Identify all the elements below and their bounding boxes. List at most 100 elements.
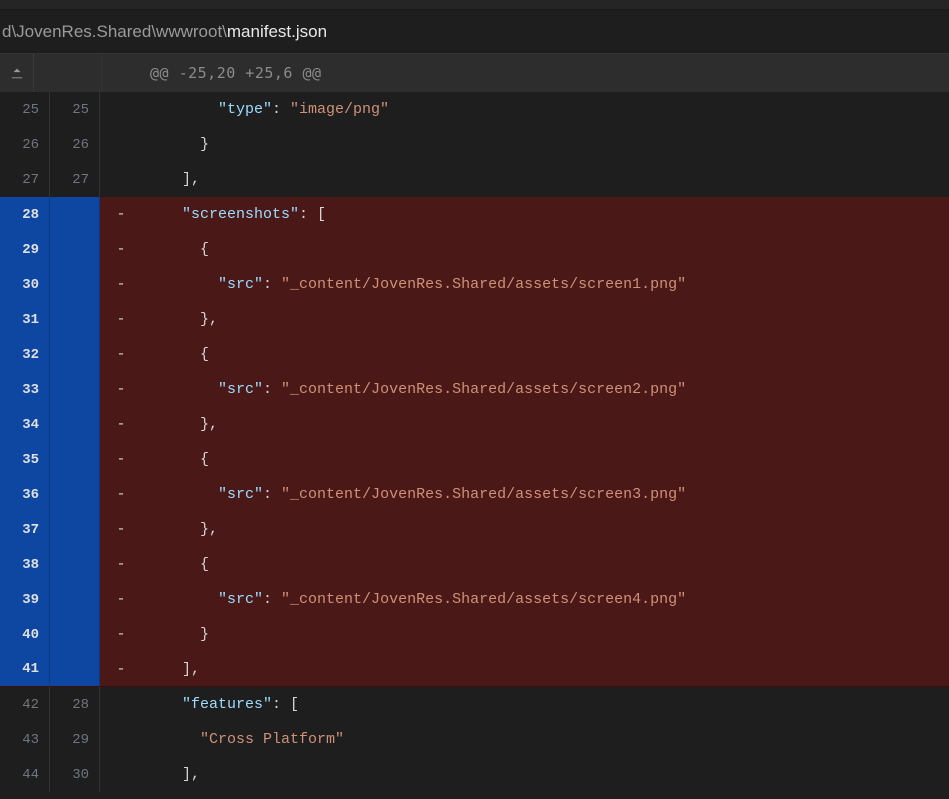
gutter-old-line: 42: [0, 687, 50, 722]
gutter-old-line: 28: [0, 197, 50, 232]
code-content: {: [136, 346, 949, 363]
gutter-old-line: 29: [0, 232, 50, 267]
gutter-old-line: 34: [0, 407, 50, 442]
diff-marker: -: [106, 626, 136, 643]
gutter-new-line: [50, 302, 100, 337]
diff-marker: -: [106, 661, 136, 678]
gutter-old-line: 30: [0, 267, 50, 302]
gutter-new-line: [50, 652, 100, 686]
gutter-old-line: 26: [0, 127, 50, 162]
diff-line[interactable]: 40 - }: [0, 617, 949, 652]
diff-code-area[interactable]: 2525 "type": "image/png"2626 }2727 ],28-…: [0, 92, 949, 792]
code-content: "src": "_content/JovenRes.Shared/assets/…: [136, 276, 949, 293]
diff-line[interactable]: 37- },: [0, 512, 949, 547]
diff-line[interactable]: 28 - "screenshots": [: [0, 197, 949, 232]
diff-line[interactable]: 4228 "features": [: [0, 687, 949, 722]
gutter-old-line: 41: [0, 652, 50, 686]
gutter-new-line: [50, 442, 100, 477]
gutter-new-line: [50, 477, 100, 512]
gutter-old-line: 37: [0, 512, 50, 547]
file-path-bar: d\JovenRes.Shared\wwwroot\ manifest.json: [0, 10, 949, 54]
code-content: "Cross Platform": [136, 731, 949, 748]
gutter-new-line: [50, 582, 100, 617]
gutter-old-line: 35: [0, 442, 50, 477]
code-content: ],: [136, 171, 949, 188]
diff-line[interactable]: 33- "src": "_content/JovenRes.Shared/ass…: [0, 372, 949, 407]
gutter-new-line: 29: [50, 722, 100, 757]
code-content: "src": "_content/JovenRes.Shared/assets/…: [136, 486, 949, 503]
gutter-old-line: 40: [0, 617, 50, 652]
window-top-strip: [0, 0, 949, 10]
diff-marker: -: [106, 311, 136, 328]
expand-hunk-button[interactable]: [0, 54, 34, 92]
diff-marker: -: [106, 381, 136, 398]
diff-marker: -: [106, 241, 136, 258]
hunk-header-text: @@ -25,20 +25,6 @@: [102, 64, 322, 82]
diff-line[interactable]: 41- ],: [0, 652, 949, 687]
diff-marker: -: [106, 206, 136, 223]
gutter-new-line: 26: [50, 127, 100, 162]
diff-line[interactable]: 2525 "type": "image/png": [0, 92, 949, 127]
gutter-old-line: 32: [0, 337, 50, 372]
diff-marker: -: [106, 591, 136, 608]
diff-marker: -: [106, 556, 136, 573]
diff-marker: -: [106, 451, 136, 468]
gutter-new-line: 27: [50, 162, 100, 197]
diff-marker: -: [106, 416, 136, 433]
code-content: },: [136, 521, 949, 538]
diff-marker: -: [106, 276, 136, 293]
file-path-prefix: d\JovenRes.Shared\wwwroot\: [2, 22, 227, 42]
code-content: "src": "_content/JovenRes.Shared/assets/…: [136, 591, 949, 608]
code-content: "screenshots": [: [136, 206, 949, 223]
gutter-old-line: 43: [0, 722, 50, 757]
diff-line[interactable]: 4430 ],: [0, 757, 949, 792]
gutter-old-line: 33: [0, 372, 50, 407]
gutter-new-line: [50, 337, 100, 372]
file-name: manifest.json: [227, 22, 327, 42]
gutter-separator: [100, 687, 106, 722]
gutter-old-line: 38: [0, 547, 50, 582]
diff-line[interactable]: 36 - "src": "_content/JovenRes.Shared/ass…: [0, 477, 949, 512]
diff-line[interactable]: 34 - },: [0, 407, 949, 442]
diff-marker: -: [106, 486, 136, 503]
code-content: "type": "image/png": [136, 101, 949, 118]
hunk-header-bar: @@ -25,20 +25,6 @@: [0, 54, 949, 92]
gutter-separator: [100, 757, 106, 792]
diff-line[interactable]: 39 - "src": "_content/JovenRes.Shared/ass…: [0, 582, 949, 617]
gutter-old-line: 39: [0, 582, 50, 617]
diff-line[interactable]: 31 - },: [0, 302, 949, 337]
diff-line[interactable]: 29 - {: [0, 232, 949, 267]
diff-line[interactable]: 30 - "src": "_content/JovenRes.Shared/ass…: [0, 267, 949, 302]
code-content: },: [136, 416, 949, 433]
gutter-old-line: 36: [0, 477, 50, 512]
diff-line[interactable]: 2727 ],: [0, 162, 949, 197]
diff-line[interactable]: 32 - {: [0, 337, 949, 372]
gutter-new-line: [50, 267, 100, 302]
diff-line[interactable]: 38 - {: [0, 547, 949, 582]
gutter-separator: [100, 162, 106, 197]
diff-marker: -: [106, 346, 136, 363]
code-content: "features": [: [136, 696, 949, 713]
gutter-old-line: 27: [0, 162, 50, 197]
gutter-new-line: [50, 197, 100, 232]
diff-line[interactable]: 2626 }: [0, 127, 949, 162]
gutter-old-line: 44: [0, 757, 50, 792]
expand-up-icon: [10, 66, 24, 80]
hunk-gutter-spacer: [34, 54, 102, 92]
gutter-old-line: 25: [0, 92, 50, 127]
gutter-new-line: 28: [50, 687, 100, 722]
gutter-new-line: [50, 407, 100, 442]
code-content: {: [136, 241, 949, 258]
gutter-new-line: [50, 512, 100, 547]
gutter-old-line: 31: [0, 302, 50, 337]
code-content: ],: [136, 766, 949, 783]
code-content: {: [136, 556, 949, 573]
diff-line[interactable]: 4329 "Cross Platform": [0, 722, 949, 757]
gutter-separator: [100, 92, 106, 127]
gutter-new-line: 30: [50, 757, 100, 792]
gutter-separator: [100, 127, 106, 162]
diff-line[interactable]: 35- {: [0, 442, 949, 477]
gutter-new-line: [50, 617, 100, 652]
code-content: }: [136, 626, 949, 643]
code-content: },: [136, 311, 949, 328]
